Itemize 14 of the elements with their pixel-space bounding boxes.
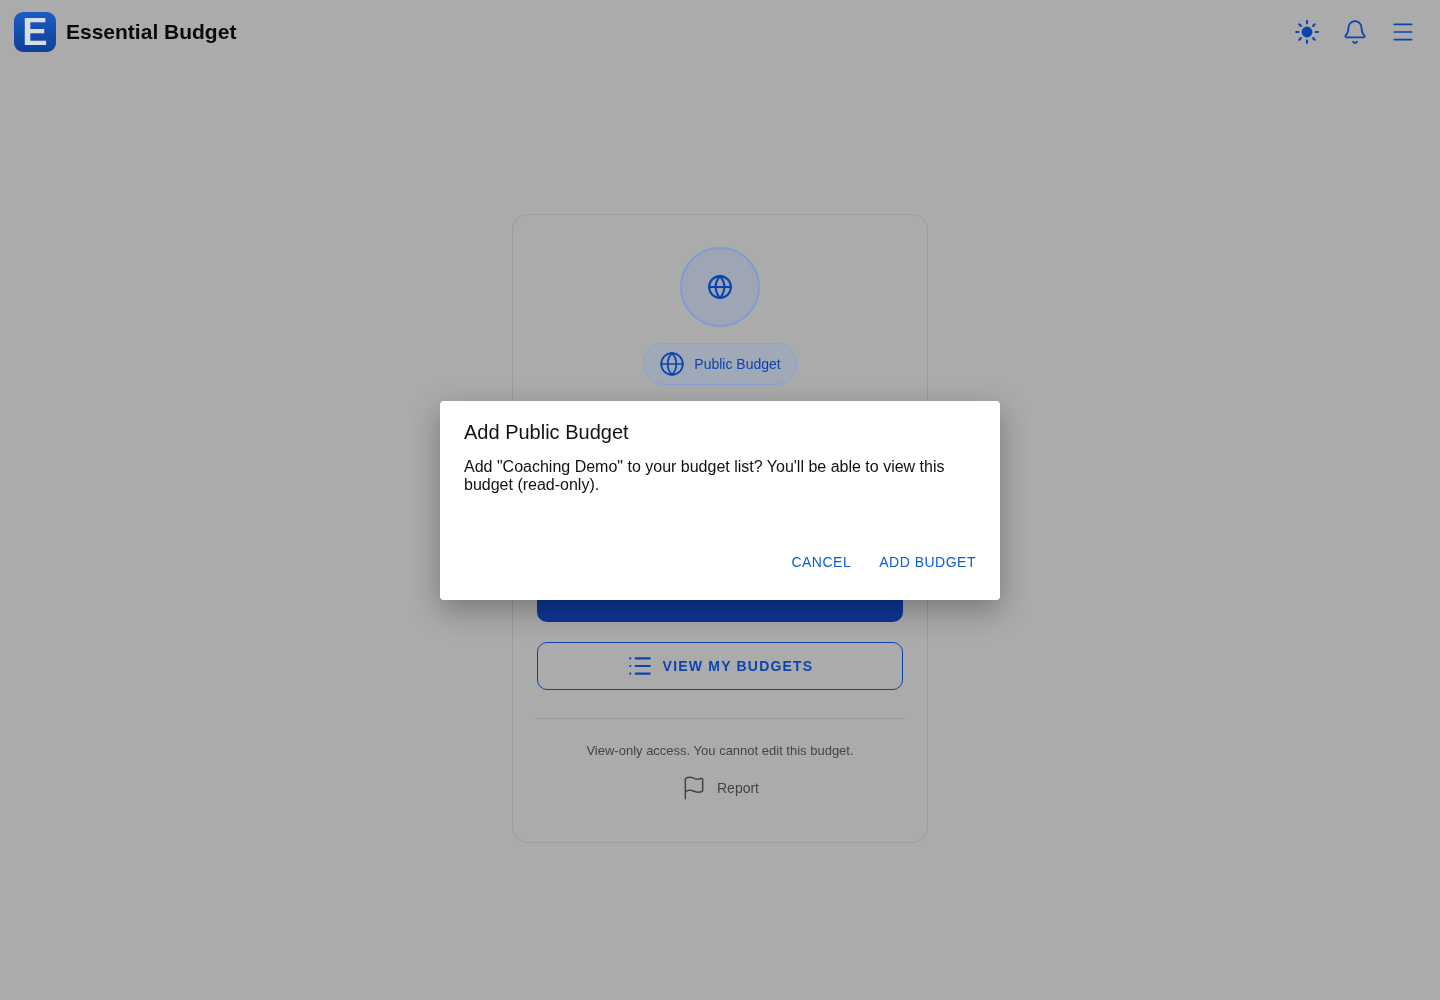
cancel-button[interactable]: CANCEL [783,548,860,576]
access-notice: View-only access. You cannot edit this budget. [586,743,854,758]
app-title: Essential Budget [66,20,237,44]
dialog-message: Add "Coaching Demo" to your budget list? You'll be able to view this budget (read-only). [464,458,946,494]
app-logo: E [14,12,56,52]
view-budgets-button[interactable]: VIEW MY BUDGETS [537,642,903,690]
public-badge: Public Budget [643,343,797,385]
dialog-title: Add Public Budget [464,421,630,444]
report-button[interactable]: Report [675,774,765,802]
add-budget-button[interactable]: ADD BUDGET [871,548,984,576]
sun-icon[interactable] [1294,19,1320,45]
bell-icon[interactable] [1342,19,1368,45]
globe-icon [707,274,733,300]
globe-icon [659,351,686,377]
